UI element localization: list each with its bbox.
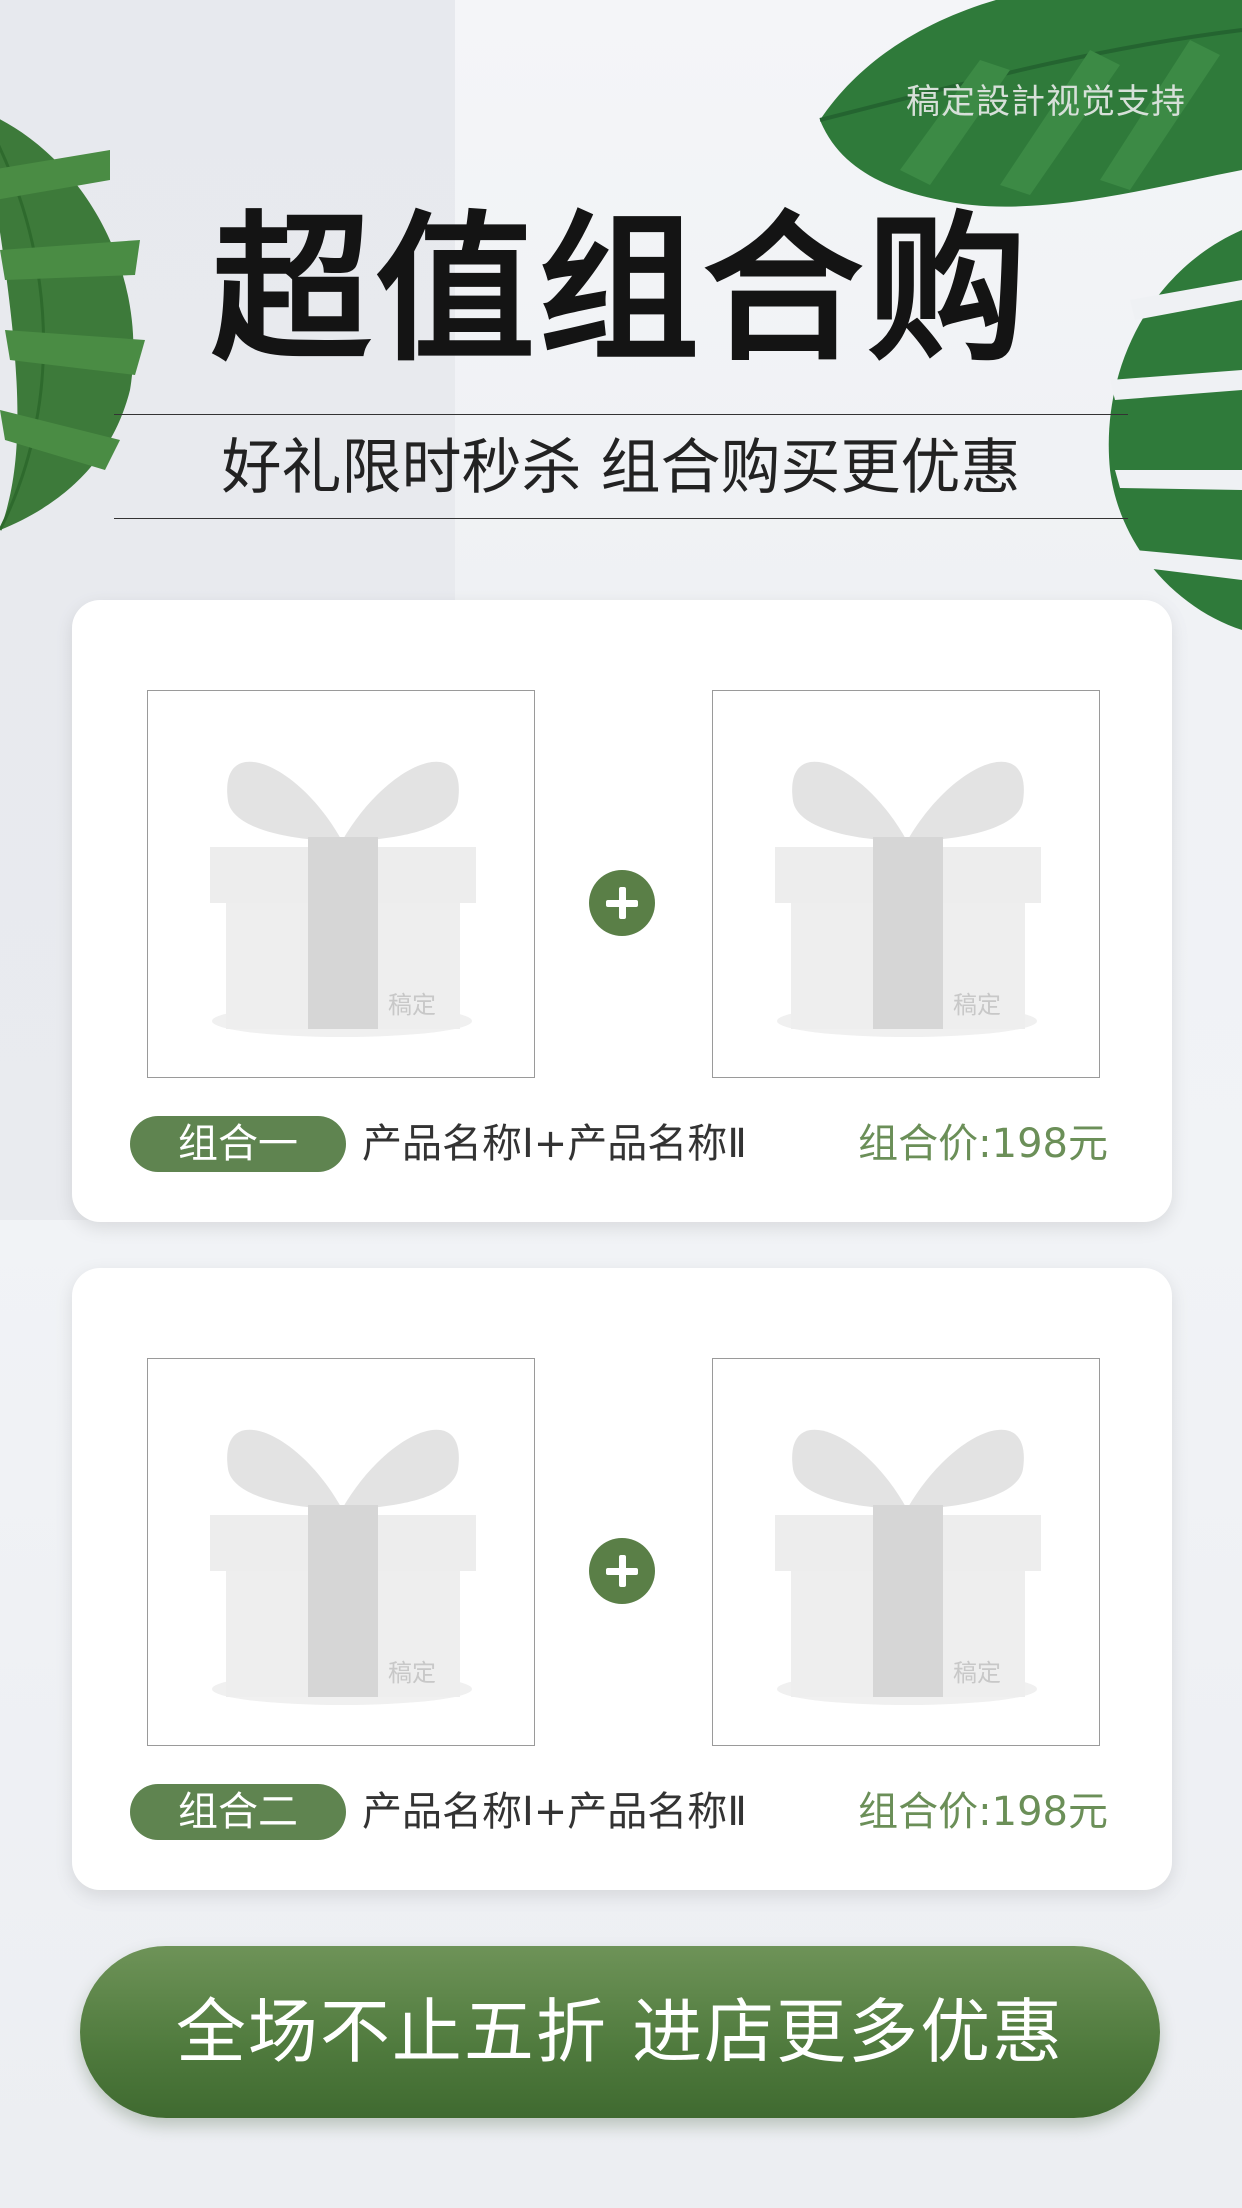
svg-text:稿定: 稿定	[953, 991, 1001, 1019]
page-title: 超值组合购	[210, 196, 1031, 383]
svg-text:稿定: 稿定	[953, 1659, 1001, 1687]
cta-button[interactable]: 全场不止五折 进店更多优惠	[80, 1946, 1160, 2118]
combo-price: 组合价:198元	[858, 1789, 1108, 1835]
page-subtitle: 好礼限时秒杀 组合购买更优惠	[221, 433, 1021, 503]
svg-text:稿定: 稿定	[388, 1659, 436, 1687]
plus-icon	[589, 1538, 655, 1604]
combo-price: 组合价:198元	[858, 1121, 1108, 1167]
brand-watermark: 稿定設計视觉支持	[906, 82, 1186, 122]
combo-card-1[interactable]: 稿定 稿定 组合一 产品名称Ⅰ+产品名称Ⅱ 组合价:198元	[72, 600, 1172, 1222]
gift-box-icon: 稿定	[775, 1429, 1041, 1705]
subtitle-top-divider	[114, 414, 1128, 415]
gift-box-icon: 稿定	[210, 761, 476, 1037]
gift-box-icon: 稿定	[775, 761, 1041, 1037]
subtitle-bottom-divider	[114, 518, 1128, 519]
svg-text:稿定: 稿定	[388, 991, 436, 1019]
gift-box-icon: 稿定	[210, 1429, 476, 1705]
plus-icon	[589, 870, 655, 936]
product-image-2[interactable]: 稿定	[712, 690, 1100, 1078]
product-image-1[interactable]: 稿定	[147, 1358, 535, 1746]
combo-badge: 组合二	[130, 1784, 346, 1840]
combo-badge: 组合一	[130, 1116, 346, 1172]
product-image-1[interactable]: 稿定	[147, 690, 535, 1078]
product-image-2[interactable]: 稿定	[712, 1358, 1100, 1746]
combo-product-names: 产品名称Ⅰ+产品名称Ⅱ	[362, 1121, 747, 1167]
combo-product-names: 产品名称Ⅰ+产品名称Ⅱ	[362, 1789, 747, 1835]
combo-card-2[interactable]: 稿定 稿定 组合二 产品名称Ⅰ+产品名称Ⅱ 组合价:198元	[72, 1268, 1172, 1890]
